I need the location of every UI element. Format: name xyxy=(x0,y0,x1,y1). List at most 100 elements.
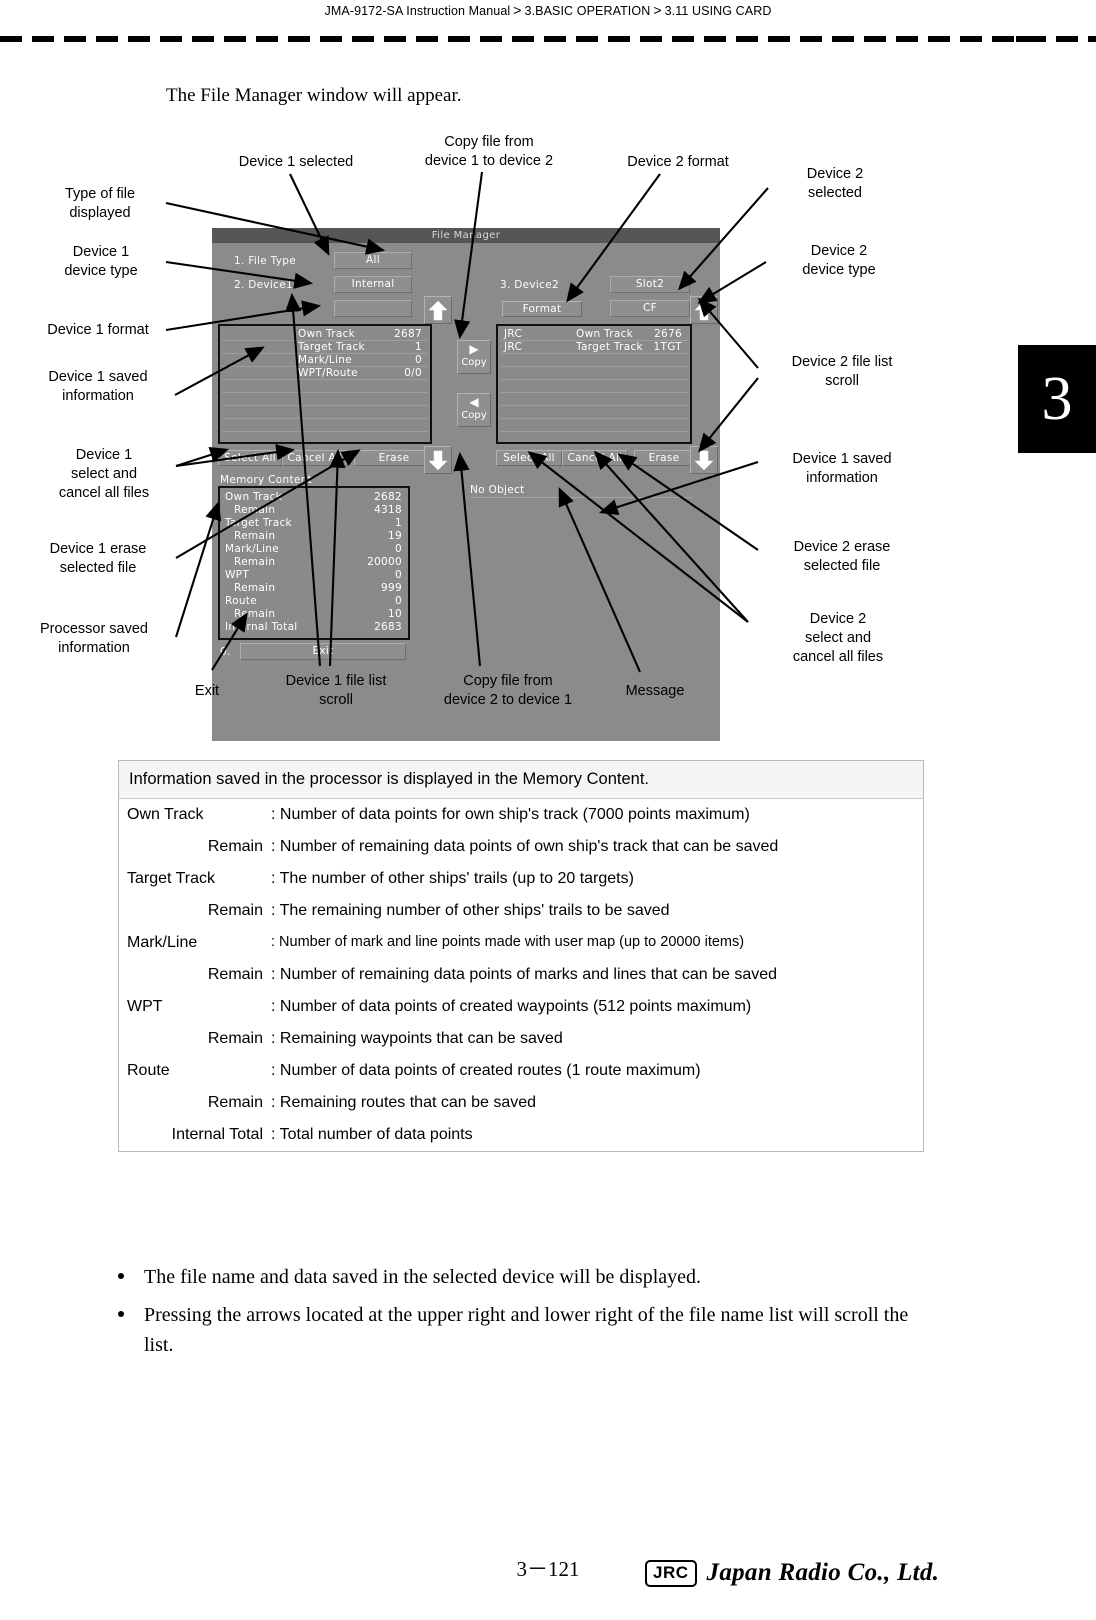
arrow-up-icon xyxy=(428,300,448,321)
device2-scroll-down-button[interactable] xyxy=(690,446,718,474)
description-cell: : Number of remaining data points of own… xyxy=(271,838,779,855)
list-item[interactable]: Own Track 2687 xyxy=(220,328,430,341)
device2-slot-value[interactable]: Slot2 xyxy=(610,276,690,293)
memory-value: 0 xyxy=(395,543,402,555)
file-value: 1TGT xyxy=(653,341,682,353)
description-cell: : Number of mark and line points made wi… xyxy=(271,934,745,950)
triangle-left-icon: ◀ xyxy=(469,395,479,409)
triangle-right-icon: ▶ xyxy=(469,342,479,356)
header-separator-1: > xyxy=(513,2,522,18)
callout-device1-select-cancel-all: Device 1 select and cancel all files xyxy=(58,447,150,501)
memory-content-description-table: Information saved in the processor is di… xyxy=(118,760,924,1152)
file-type-value[interactable]: All xyxy=(334,252,412,269)
status-message: No Object xyxy=(470,483,692,498)
list-separator xyxy=(500,379,688,380)
term-cell: Remain xyxy=(207,1030,263,1047)
device1-select-all-button[interactable]: Select All xyxy=(218,450,282,466)
table-row: WPT : Number of data points of created w… xyxy=(119,991,924,1023)
list-item[interactable]: JRC Target Track 1TGT xyxy=(498,341,690,354)
copy-to-device1-button[interactable]: ◀ Copy xyxy=(457,393,491,427)
table-header-text: Information saved in the processor is di… xyxy=(118,760,924,799)
description-cell: : The remaining number of other ships' t… xyxy=(271,902,670,919)
device1-erase-button[interactable]: Erase xyxy=(354,450,434,466)
device1-scroll-down-button[interactable] xyxy=(424,446,452,474)
device1-cancel-all-button[interactable]: Cancel All xyxy=(282,450,348,466)
file-value: 0 xyxy=(415,354,422,366)
callout-device2-file-list-scroll: Device 2 file list scroll xyxy=(791,354,893,389)
exit-button[interactable]: Exit xyxy=(240,643,406,660)
description-cell: : The number of other ships' trails (up … xyxy=(271,870,634,887)
memory-row: Remain 19 xyxy=(220,530,408,543)
term-cell: Remain xyxy=(207,902,263,919)
memory-value: 0 xyxy=(395,595,402,607)
table-row: Mark/Line : Number of mark and line poin… xyxy=(119,927,924,959)
file-name: Own Track xyxy=(576,328,634,340)
table-row: Remain : The remaining number of other s… xyxy=(119,895,924,927)
device2-select-all-button[interactable]: Select All xyxy=(496,450,562,466)
file-owner: JRC xyxy=(504,341,523,353)
callout-device1-selected: Device 1 selected xyxy=(238,154,354,170)
memory-value: 19 xyxy=(388,530,402,542)
memory-row: Remain 999 xyxy=(220,582,408,595)
memory-key: Remain xyxy=(234,504,276,516)
list-item[interactable]: WPT/Route 0/0 xyxy=(220,367,430,380)
list-item[interactable]: Target Track 1 xyxy=(220,341,430,354)
description-cell: : Number of data points of created waypo… xyxy=(271,998,752,1015)
device1-file-list[interactable]: Own Track 2687 Target Track 1 Mark/Line … xyxy=(218,324,432,444)
list-item[interactable]: Mark/Line 0 xyxy=(220,354,430,367)
memory-key: Remain xyxy=(234,530,276,542)
callout-device1-saved-information: Device 1 saved information xyxy=(48,369,148,404)
device1-scroll-up-button[interactable] xyxy=(424,296,452,324)
list-separator xyxy=(222,418,428,419)
callout-message: Message xyxy=(625,683,685,699)
file-name: Target Track xyxy=(576,341,643,353)
memory-key: Route xyxy=(225,595,257,607)
callout-device2-device-type: Device 2 device type xyxy=(802,243,876,278)
device1-type-value[interactable]: Internal xyxy=(334,276,412,293)
memory-row: Own Track 2682 xyxy=(220,491,408,504)
file-name: Mark/Line xyxy=(298,354,353,366)
window-titlebar: File Manager xyxy=(212,228,720,243)
memory-value: 2682 xyxy=(374,491,402,503)
memory-row: WPT 0 xyxy=(220,569,408,582)
device2-scroll-up-button[interactable] xyxy=(690,296,718,324)
memory-key: Internal Total xyxy=(225,621,298,633)
memory-key: Mark/Line xyxy=(225,543,280,555)
term-cell: Remain xyxy=(207,966,263,983)
copy-to-device2-button[interactable]: ▶ Copy xyxy=(457,340,491,374)
memory-key: Remain xyxy=(234,582,276,594)
device1-format-value[interactable] xyxy=(334,300,412,317)
header-chapter-name: 3.BASIC OPERATION xyxy=(524,4,651,18)
file-value: 2687 xyxy=(394,328,422,340)
table-row: Internal Total : Total number of data po… xyxy=(119,1119,924,1152)
memory-value: 10 xyxy=(388,608,402,620)
device2-erase-button[interactable]: Erase xyxy=(634,450,694,466)
memory-value: 2683 xyxy=(374,621,402,633)
list-item: The file name and data saved in the sele… xyxy=(108,1262,938,1292)
memory-row: Route 0 xyxy=(220,595,408,608)
page-header-breadcrumb: JMA-9172-SA Instruction Manual >3.BASIC O… xyxy=(0,2,1096,18)
term-cell: Route xyxy=(127,1062,170,1079)
list-separator xyxy=(500,418,688,419)
list-separator xyxy=(500,392,688,393)
list-separator xyxy=(222,392,428,393)
arrow-down-icon xyxy=(694,450,714,471)
header-dashed-rule xyxy=(0,36,1096,42)
file-value: 0/0 xyxy=(404,367,422,379)
memory-row: Internal Total 2683 xyxy=(220,621,408,634)
memory-value: 4318 xyxy=(374,504,402,516)
device2-cancel-all-button[interactable]: Cancel All xyxy=(562,450,628,466)
memory-value: 0 xyxy=(395,569,402,581)
description-cell: : Number of data points for own ship's t… xyxy=(271,806,750,823)
list-item[interactable]: JRC Own Track 2676 xyxy=(498,328,690,341)
device2-file-list[interactable]: JRC Own Track 2676 JRC Target Track 1TGT xyxy=(496,324,692,444)
device2-format-button[interactable]: Format xyxy=(502,301,582,317)
memory-row: Remain 20000 xyxy=(220,556,408,569)
memory-row: Remain 4318 xyxy=(220,504,408,517)
exit-index-label: 0. xyxy=(220,646,231,658)
memory-value: 999 xyxy=(381,582,402,594)
jrc-logo-mark: JRC xyxy=(645,1559,697,1587)
device2-media-value[interactable]: CF xyxy=(610,300,690,317)
table-row: Remain : Number of remaining data points… xyxy=(119,831,924,863)
memory-key: WPT xyxy=(225,569,250,581)
